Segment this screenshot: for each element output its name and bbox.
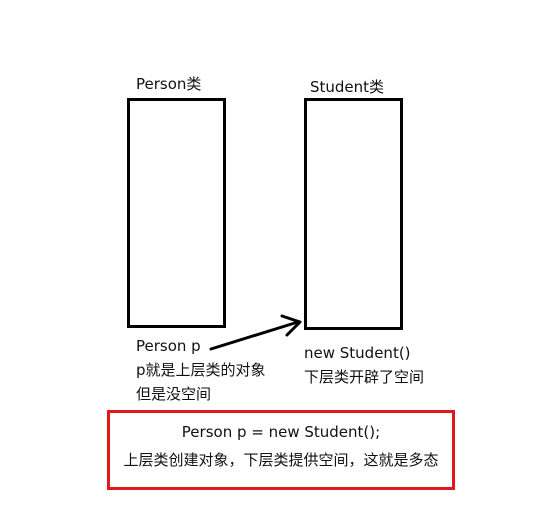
arrow-shaft xyxy=(209,320,300,351)
summary-frame: Person p = new Student(); 上层类创建对象，下层类提供空… xyxy=(107,410,455,490)
summary-code: Person p = new Student(); xyxy=(181,423,381,441)
summary-explanation: 上层类创建对象，下层类提供空间，这就是多态 xyxy=(123,451,439,469)
diagram-canvas: Person类 Person p p就是上层类的对象 但是没空间 Student… xyxy=(0,0,554,525)
